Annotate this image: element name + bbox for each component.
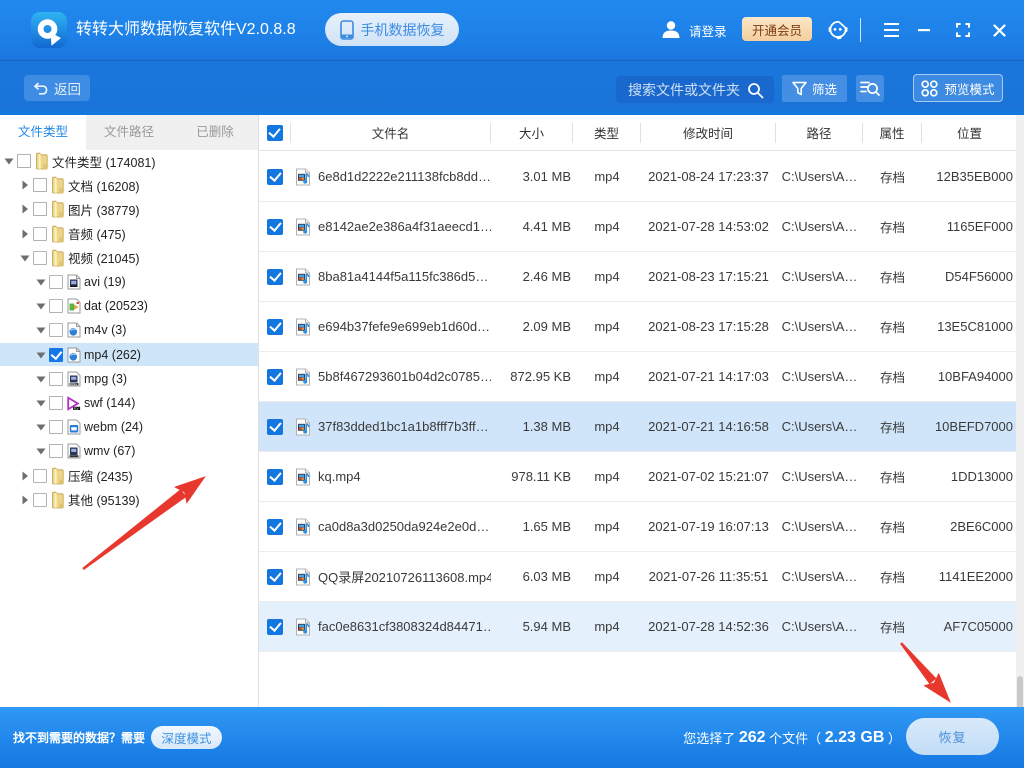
- svg-text:MPEG: MPEG: [70, 383, 77, 386]
- svg-text:FLV: FLV: [74, 406, 79, 410]
